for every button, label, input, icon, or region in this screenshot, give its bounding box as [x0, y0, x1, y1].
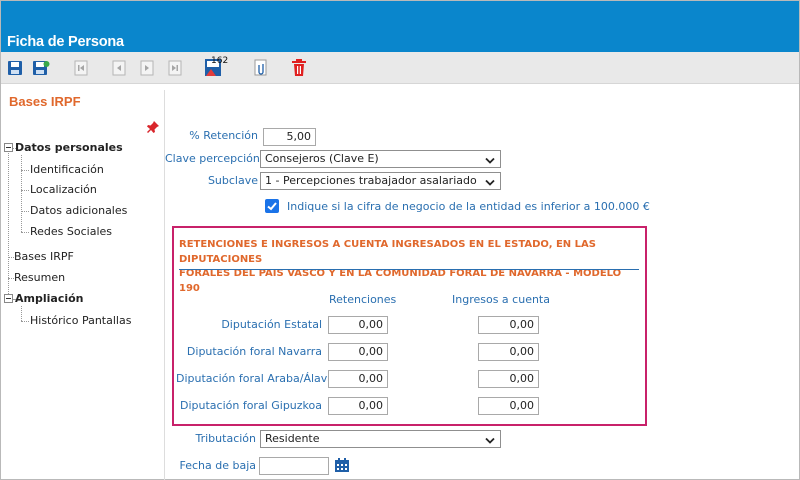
model-162-badge: 162	[211, 56, 229, 66]
tree-item-identificacion[interactable]: Identificación	[30, 163, 104, 176]
attachment-button[interactable]	[251, 58, 271, 78]
fecha-baja-label: Fecha de baja	[179, 459, 256, 472]
header-rule	[179, 269, 639, 270]
chevron-down-icon	[485, 435, 495, 448]
tree-item-bases-irpf[interactable]: Bases IRPF	[14, 250, 74, 263]
tree-item-ampliacion[interactable]: Ampliación	[15, 292, 84, 305]
cifra-negocio-label: Indique si la cifra de negocio de la ent…	[287, 200, 650, 213]
subclave-value: 1 - Percepciones trabajador asalariado	[265, 174, 477, 187]
clave-percepcion-value: Consejeros (Clave E)	[265, 152, 379, 165]
retenciones-gipuzkoa-input[interactable]: 0,00	[328, 397, 388, 415]
tributacion-value: Residente	[265, 432, 320, 445]
section-title: Bases IRPF	[9, 94, 81, 109]
chevron-down-icon	[485, 155, 495, 168]
model-162-button[interactable]: 162	[203, 56, 229, 78]
subclave-select[interactable]: 1 - Percepciones trabajador asalariado	[260, 172, 501, 190]
retenciones-navarra-input[interactable]: 0,00	[328, 343, 388, 361]
tree-item-historico-pantallas[interactable]: Histórico Pantallas	[30, 314, 131, 327]
calendar-icon	[334, 458, 350, 476]
col-ingresos-header: Ingresos a cuenta	[452, 293, 550, 306]
title-bar: Ficha de Persona	[1, 1, 799, 52]
row-label-diputacion-estatal: Diputación Estatal	[221, 318, 322, 331]
last-record-icon	[168, 60, 182, 76]
row-label-diputacion-alava: Diputación foral Araba/Álava	[176, 372, 335, 385]
row-label-diputacion-navarra: Diputación foral Navarra	[186, 345, 322, 358]
modelo-190-header: RETENCIONES E INGRESOS A CUENTA INGRESAD…	[179, 238, 639, 296]
calendar-button[interactable]	[334, 457, 350, 476]
pin-icon	[146, 121, 160, 137]
save-icon	[7, 60, 23, 76]
retenciones-estatal-input[interactable]: 0,00	[328, 316, 388, 334]
previous-record-button[interactable]	[109, 58, 129, 78]
model-162-icon: 162	[204, 56, 229, 78]
col-retenciones-header: Retenciones	[329, 293, 397, 306]
save-button[interactable]	[5, 58, 25, 78]
first-record-icon	[74, 60, 88, 76]
checkmark-icon	[267, 202, 277, 211]
tree-item-redes-sociales[interactable]: Redes Sociales	[30, 225, 112, 238]
row-label-diputacion-gipuzkoa: Diputación foral Gipuzkoa	[179, 399, 322, 412]
tributacion-label: Tributación	[195, 432, 257, 445]
ingresos-gipuzkoa-input[interactable]: 0,00	[478, 397, 539, 415]
retenciones-alava-input[interactable]: 0,00	[328, 370, 388, 388]
fecha-baja-input[interactable]	[259, 457, 329, 475]
save-as-button[interactable]	[31, 58, 51, 78]
previous-record-icon	[112, 60, 126, 76]
modelo-190-header-line-1: RETENCIONES E INGRESOS A CUENTA INGRESAD…	[179, 239, 596, 265]
next-record-icon	[140, 60, 154, 76]
panel-separator	[164, 90, 165, 480]
ingresos-estatal-input[interactable]: 0,00	[478, 316, 539, 334]
retencion-input[interactable]: 5,00	[263, 128, 316, 146]
next-record-button[interactable]	[137, 58, 157, 78]
tree-toggle-ampliacion[interactable]	[4, 294, 13, 303]
retencion-label: % Retención	[189, 129, 258, 142]
cifra-negocio-checkbox[interactable]	[265, 199, 279, 213]
subclave-label: Subclave	[207, 174, 258, 187]
delete-icon	[291, 59, 307, 77]
modelo-190-header-line-2: FORALES DEL PAIS VASCO Y EN LA COMUNIDAD…	[179, 268, 622, 294]
tree-item-resumen[interactable]: Resumen	[14, 271, 65, 284]
last-record-button[interactable]	[165, 58, 185, 78]
clave-percepcion-label: Clave percepción	[165, 152, 260, 165]
attachment-icon	[253, 59, 269, 77]
window-title: Ficha de Persona	[7, 34, 124, 50]
chevron-down-icon	[485, 177, 495, 190]
pin-button[interactable]	[146, 120, 160, 137]
save-as-icon	[32, 60, 50, 76]
toolbar: 162	[1, 52, 799, 84]
tributacion-select[interactable]: Residente	[260, 430, 501, 448]
tree-item-datos-personales[interactable]: Datos personales	[15, 141, 123, 154]
ingresos-alava-input[interactable]: 0,00	[478, 370, 539, 388]
first-record-button[interactable]	[71, 58, 91, 78]
clave-percepcion-select[interactable]: Consejeros (Clave E)	[260, 150, 501, 168]
tree-item-localizacion[interactable]: Localización	[30, 183, 97, 196]
ingresos-navarra-input[interactable]: 0,00	[478, 343, 539, 361]
tree-item-datos-adicionales[interactable]: Datos adicionales	[30, 204, 127, 217]
tree-toggle-datos-personales[interactable]	[4, 143, 13, 152]
delete-button[interactable]	[289, 58, 309, 78]
